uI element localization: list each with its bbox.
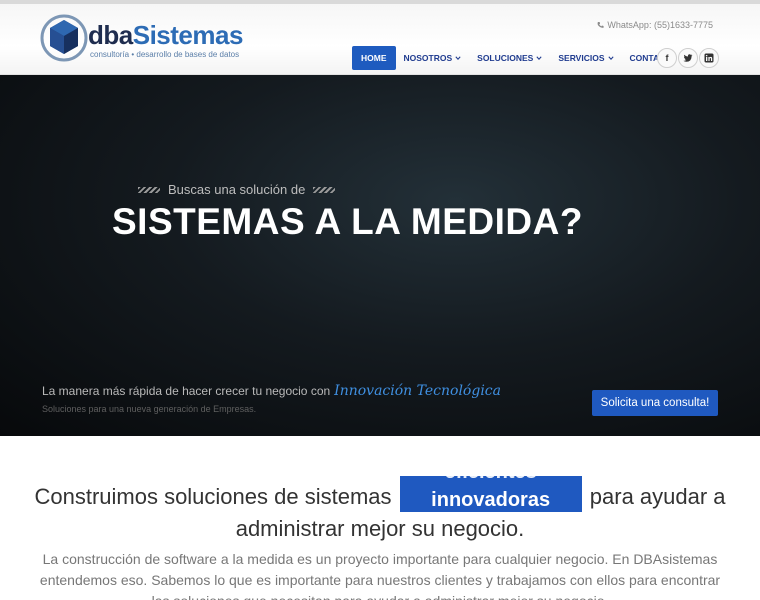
facebook-glyph: f [665,53,669,63]
lead-line-1: Construimos soluciones de sistemas efici… [0,476,760,513]
nav-soluciones[interactable]: SOLUCIONES [469,46,550,70]
consult-button[interactable]: Solicita una consulta! [592,390,718,416]
nav-home-label: HOME [361,53,387,63]
nav-home[interactable]: HOME [352,46,396,70]
nav-nosotros-label: NOSOTROS [403,53,453,63]
twitter-bird-glyph [683,53,693,62]
site-logo[interactable]: dbaSistemas consultoría • desarrollo de … [40,14,243,64]
whatsapp-contact: WhatsApp: (55)1633-7775 [597,20,713,30]
hero-tagline: La manera más rápida de hacer crecer tu … [42,383,501,399]
facebook-icon[interactable]: f [657,48,677,68]
chevron-down-icon [455,56,461,61]
lead-after: para ayudar a [589,484,726,509]
logo-tagline: consultoría • desarrollo de bases de dat… [90,50,240,59]
hero-subline: Soluciones para una nueva generación de … [42,404,257,414]
hero-pre-title: Buscas una solución de [138,182,336,197]
hero-tagline-script: Innovación Tecnológica [334,383,501,399]
twitter-icon[interactable] [678,48,698,68]
hero-tagline-text: La manera más rápida de hacer crecer tu … [42,384,331,398]
stripes-decoration-icon [138,186,160,193]
chevron-down-icon [607,56,614,61]
nav-servicios[interactable]: SERVICIOS [550,46,621,70]
logo-name: dbaSistemas [88,20,243,51]
hero-pre-title-text: Buscas una solución de [168,182,306,197]
nav-servicios-label: SERVICIOS [558,53,605,63]
rotating-word-box: eficientesinnovadoras [399,476,582,512]
hero-title: SISTEMAS A LA MEDIDA? [112,201,583,242]
main-nav: HOME NOSOTROS SOLUCIONES SERVICIOS CONTA… [352,46,694,70]
logo-name-part1: dba [88,20,133,50]
phone-icon [597,21,604,28]
intro-body: La construcción de software a la medida … [39,551,721,600]
lead-line-2: administrar mejor su negocio. [235,516,525,541]
cube-logo-icon [40,14,88,62]
whatsapp-text: WhatsApp: (55)1633-7775 [607,20,713,30]
chevron-down-icon [536,56,542,61]
linkedin-glyph [704,53,714,63]
lead-before: Construimos soluciones de sistemas [34,484,392,509]
linkedin-icon[interactable] [699,48,719,68]
nav-soluciones-label: SOLUCIONES [477,53,534,63]
logo-name-part2: Sistemas [132,20,244,50]
rotating-word-current: innovadoras [431,489,551,511]
site-header: dbaSistemas consultoría • desarrollo de … [0,4,760,75]
nav-nosotros[interactable]: NOSOTROS [396,46,470,70]
hero-banner: Buscas una solución de SISTEMAS A LA MED… [0,75,760,436]
stripes-decoration-icon [313,186,336,193]
intro-lead: Construimos soluciones de sistemas efici… [0,476,760,545]
